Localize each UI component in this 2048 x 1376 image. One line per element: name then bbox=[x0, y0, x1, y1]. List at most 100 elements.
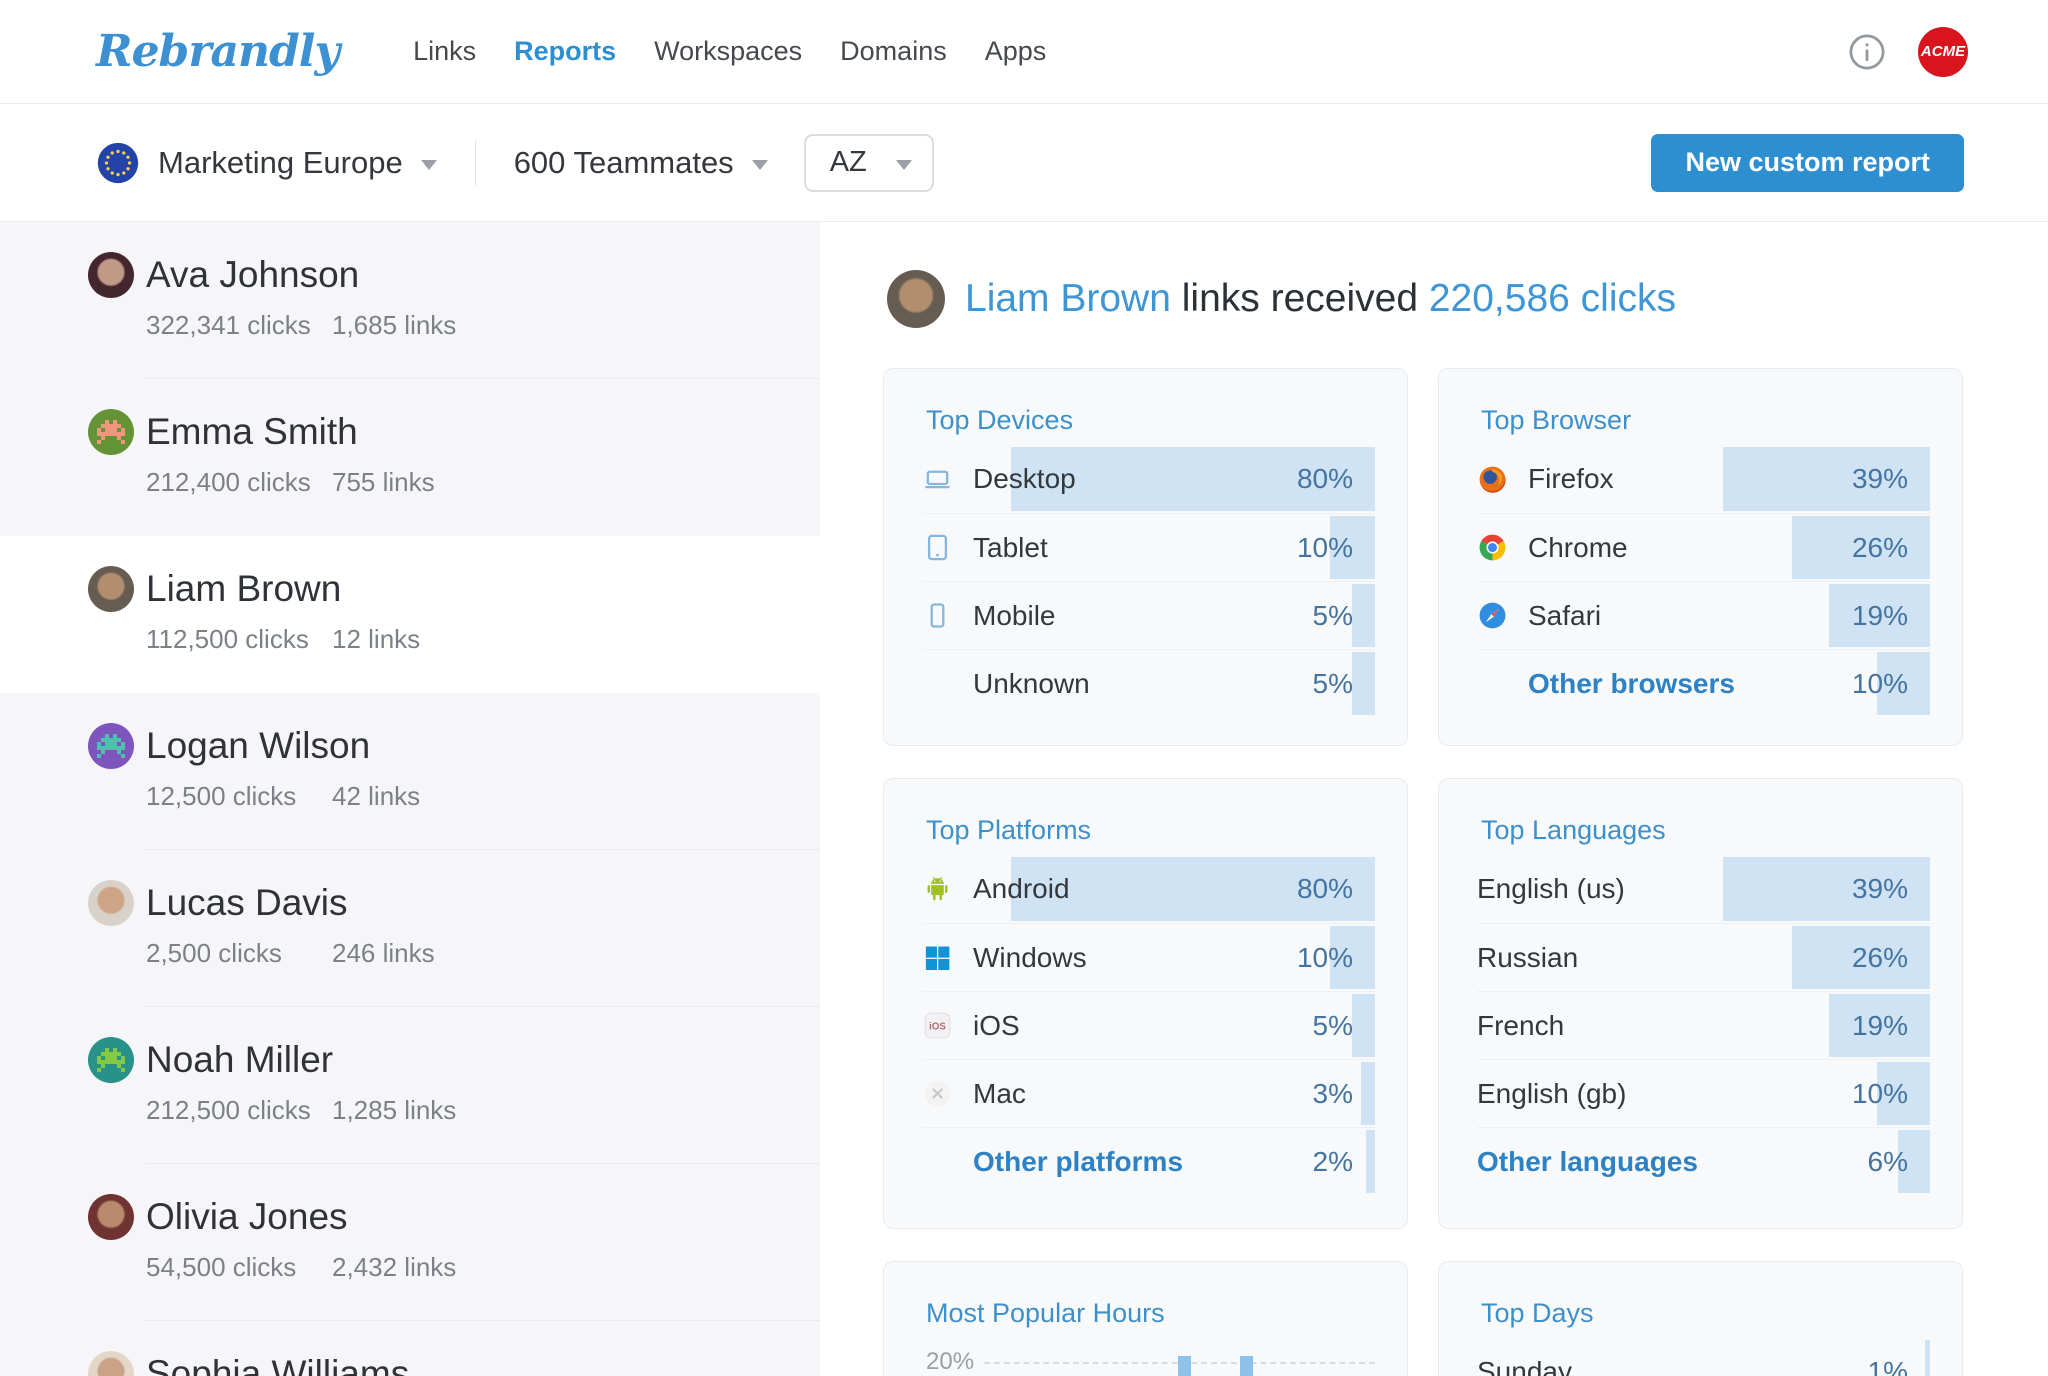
chevron-down-icon bbox=[420, 159, 437, 170]
avatar bbox=[88, 723, 134, 769]
avatar bbox=[887, 270, 945, 328]
stat-row-english-us: English (us) 39% bbox=[1477, 855, 1930, 923]
stat-row-tablet: Tablet 10% bbox=[922, 513, 1375, 581]
teammate-links: 755 links bbox=[332, 467, 435, 497]
icon-spacer bbox=[922, 668, 953, 699]
teammate-links: 1,285 links bbox=[332, 1095, 457, 1125]
row-label: Sunday bbox=[1477, 1356, 1572, 1376]
mac-icon bbox=[922, 1078, 953, 1109]
teammate-clicks: 212,500 clicks bbox=[146, 1095, 311, 1125]
other-browsers-link[interactable]: Other browsers bbox=[1528, 668, 1735, 700]
card-rows: Desktop 80% Tablet 10% Mobile 5% Unknown 5% bbox=[922, 445, 1375, 717]
bar-value: 6% bbox=[1867, 1145, 1908, 1177]
nav-item-reports[interactable]: Reports bbox=[514, 36, 616, 67]
teammate-links: 2,432 links bbox=[332, 1252, 457, 1282]
card-rows: English (us) 39% Russian 26% French 19% Englis… bbox=[1477, 855, 1930, 1195]
teammate-row-noah-miller[interactable]: Noah Miller 212,500 clicks 1,285 links bbox=[0, 1007, 820, 1164]
other-languages-link[interactable]: Other languages bbox=[1477, 1146, 1698, 1178]
bar-value: 5% bbox=[1312, 667, 1353, 699]
bar-value: 2% bbox=[1312, 1145, 1353, 1177]
bar-value: 5% bbox=[1312, 599, 1353, 631]
teammate-clicks: 54,500 clicks bbox=[146, 1252, 297, 1282]
teammate-name: Liam Brown bbox=[146, 568, 342, 609]
nav-item-workspaces[interactable]: Workspaces bbox=[654, 36, 802, 67]
bar bbox=[1352, 584, 1375, 647]
stat-row-safari: Safari 19% bbox=[1477, 581, 1930, 649]
teammate-row-liam-brown[interactable]: Liam Brown 112,500 clicks 12 links bbox=[0, 536, 820, 693]
stat-row-other-browsers: Other browsers 10% bbox=[1477, 649, 1930, 717]
card-title: Top Days bbox=[1481, 1298, 1594, 1328]
stat-row-desktop: Desktop 80% bbox=[922, 445, 1375, 513]
row-label: Chrome bbox=[1528, 531, 1628, 563]
filter-bar: Marketing Europe 600 Teammates AZ New cu… bbox=[0, 104, 2048, 222]
row-label: iOS bbox=[973, 1009, 1020, 1041]
nav-item-domains[interactable]: Domains bbox=[840, 36, 947, 67]
teammate-row-lucas-davis[interactable]: Lucas Davis 2,500 clicks 246 links bbox=[0, 850, 820, 1007]
teammate-name: Lucas Davis bbox=[146, 882, 348, 923]
nav-item-links[interactable]: Links bbox=[413, 36, 476, 67]
row-label: Android bbox=[973, 873, 1070, 904]
bar-value: 26% bbox=[1851, 531, 1908, 563]
stat-row-unknown: Unknown 5% bbox=[922, 649, 1375, 717]
bar-value: 1% bbox=[1867, 1356, 1908, 1376]
teammates-selector[interactable]: 600 Teammates bbox=[514, 145, 768, 181]
bar-value: 19% bbox=[1851, 599, 1908, 631]
nav-item-apps[interactable]: Apps bbox=[985, 36, 1047, 67]
teammate-row-olivia-jones[interactable]: Olivia Jones 54,500 clicks 2,432 links bbox=[0, 1164, 820, 1321]
teammate-clicks: 2,500 clicks bbox=[146, 938, 282, 968]
bar bbox=[1352, 994, 1375, 1057]
stat-row-mobile: Mobile 5% bbox=[922, 581, 1375, 649]
bar-value: 80% bbox=[1296, 463, 1353, 494]
chevron-down-icon bbox=[751, 159, 768, 170]
tablet-icon bbox=[922, 532, 953, 563]
teammate-clicks: 322,341 clicks bbox=[146, 310, 311, 340]
hour-bar bbox=[1177, 1356, 1191, 1376]
stat-row-ios: iOS iOS 5% bbox=[922, 991, 1375, 1059]
bar-value: 10% bbox=[1851, 1077, 1908, 1109]
workspace-selector[interactable]: Marketing Europe bbox=[96, 141, 437, 185]
teammate-row-emma-smith[interactable]: Emma Smith 212,400 clicks 755 links bbox=[0, 379, 820, 536]
teammate-name: Emma Smith bbox=[146, 411, 358, 452]
eu-flag-icon bbox=[96, 141, 140, 185]
other-platforms-link[interactable]: Other platforms bbox=[973, 1146, 1183, 1178]
cards-grid: Top Devices Desktop 80% Tablet 10% Mobile 5% Un… bbox=[883, 368, 2048, 1376]
stat-row-other-platforms: Other platforms 2% bbox=[922, 1127, 1375, 1195]
svg-text:iOS: iOS bbox=[929, 1022, 946, 1033]
teammate-row-ava-johnson[interactable]: Ava Johnson 322,341 clicks 1,685 links bbox=[0, 222, 820, 379]
bar-value: 10% bbox=[1296, 941, 1353, 973]
card-top-languages: Top Languages English (us) 39% Russian 26% Fr… bbox=[1438, 778, 1963, 1229]
gridline-label: 20% bbox=[926, 1348, 975, 1375]
android-icon bbox=[922, 874, 953, 905]
bar-value: 5% bbox=[1312, 1009, 1353, 1041]
icon-spacer bbox=[922, 1146, 953, 1177]
sort-label: AZ bbox=[829, 146, 867, 178]
pixel-art-bot bbox=[97, 1048, 101, 1052]
firefox-icon bbox=[1477, 464, 1508, 495]
avatar bbox=[88, 252, 134, 298]
teammate-clicks: 112,500 clicks bbox=[146, 624, 309, 654]
bar-value: 10% bbox=[1296, 531, 1353, 563]
pixel-art-bot bbox=[97, 734, 101, 738]
account-avatar[interactable]: ACME bbox=[1918, 26, 1968, 77]
row-label: Firefox bbox=[1528, 463, 1614, 494]
stat-row-windows: Windows 10% bbox=[922, 923, 1375, 991]
new-custom-report-button[interactable]: New custom report bbox=[1651, 133, 1964, 192]
info-icon[interactable] bbox=[1846, 31, 1888, 73]
stat-row-english-gb: English (gb) 10% bbox=[1477, 1059, 1930, 1127]
card-title: Top Platforms bbox=[926, 815, 1092, 845]
teammate-row-logan-wilson[interactable]: Logan Wilson 12,500 clicks 42 links bbox=[0, 693, 820, 850]
bar bbox=[1924, 1340, 1930, 1376]
card-title: Most Popular Hours bbox=[926, 1298, 1165, 1328]
row-label: Russian bbox=[1477, 941, 1579, 973]
stat-row-sunday: Sunday 1% bbox=[1477, 1338, 1930, 1376]
windows-icon bbox=[922, 942, 953, 973]
rebrandly-logo[interactable]: Rebrandly bbox=[96, 26, 340, 77]
card-rows: Sunday 1% bbox=[1477, 1338, 1930, 1376]
sort-select[interactable]: AZ bbox=[803, 133, 934, 192]
bar-value: 80% bbox=[1296, 873, 1353, 904]
card-rows: Android 80% Windows 10% iOS iOS 5% Mac 3% Other p… bbox=[922, 855, 1375, 1195]
teammate-name: Ava Johnson bbox=[146, 254, 360, 295]
bar-value: 39% bbox=[1851, 463, 1908, 494]
bar-value: 3% bbox=[1312, 1077, 1353, 1109]
teammate-row-sophia-williams[interactable]: Sophia Williams bbox=[0, 1321, 820, 1376]
